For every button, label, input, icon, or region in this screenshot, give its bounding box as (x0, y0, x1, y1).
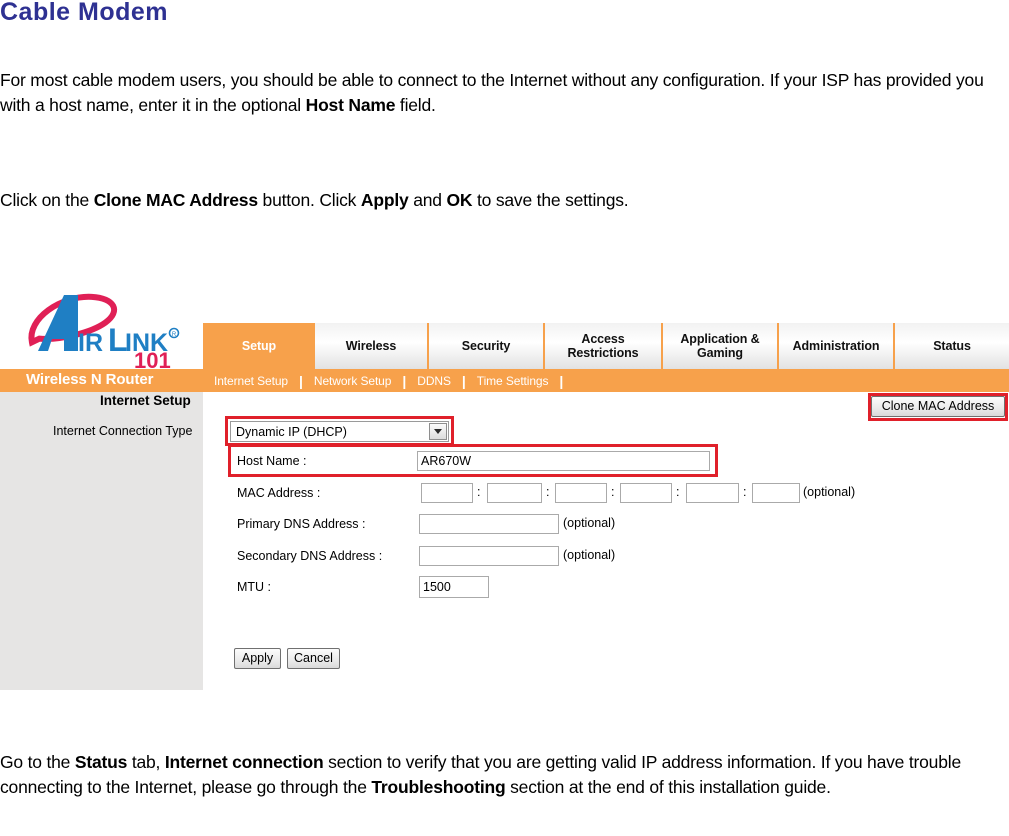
subnav-separator-1: | (299, 372, 303, 389)
closing-text-part4: section at the end of this installation … (505, 776, 831, 797)
mac-octet-1-input[interactable] (421, 483, 473, 503)
main-tab-bar: Setup Wireless Security Access Restricti… (203, 323, 1009, 369)
intro-bold-host-name: Host Name (305, 94, 396, 115)
click-bold-ok: OK (446, 190, 473, 210)
tab-wireless[interactable]: Wireless (315, 323, 429, 369)
subnav-separator-4: | (559, 372, 564, 389)
tab-setup[interactable]: Setup (203, 323, 315, 369)
primary-dns-input[interactable] (419, 514, 559, 534)
svg-text:IR: IR (78, 329, 103, 357)
subnav-item-network-setup[interactable]: Network Setup (305, 374, 400, 388)
router-admin-screenshot: IR L INK R 101 Setup Wireless Security A… (0, 285, 1009, 692)
airlink-101-logo-icon: IR L INK R 101 (28, 293, 180, 369)
apply-button[interactable]: Apply (234, 648, 281, 669)
internet-connection-type-select[interactable]: Dynamic IP (DHCP) (230, 421, 449, 442)
intro-text-part1: For most cable modem users, you should b… (0, 70, 984, 115)
tab-administration[interactable]: Administration (779, 323, 895, 369)
closing-bold-status: Status (74, 752, 128, 772)
host-name-input[interactable] (417, 451, 710, 471)
brand-logo-area: IR L INK R 101 (0, 285, 203, 369)
sub-navigation-bar: Internet Setup | Network Setup | DDNS | … (205, 369, 565, 392)
subnav-item-time-settings[interactable]: Time Settings (468, 374, 558, 388)
click-text-part4: to save the settings. (472, 190, 629, 210)
tab-application-and-gaming[interactable]: Application & Gaming (663, 323, 779, 369)
subnav-separator-2: | (402, 372, 407, 389)
chevron-down-icon[interactable] (429, 423, 447, 440)
secondary-dns-label: Secondary DNS Address : (237, 549, 383, 563)
subnav-item-ddns[interactable]: DDNS (408, 374, 460, 388)
mac-address-label: MAC Address : (237, 486, 321, 500)
mac-octet-2-input[interactable] (487, 483, 542, 503)
click-paragraph: Click on the Clone MAC Address button. C… (0, 188, 1000, 213)
tab-security[interactable]: Security (429, 323, 545, 369)
primary-dns-optional-note: (optional) (563, 516, 616, 530)
secondary-dns-optional-note: (optional) (563, 548, 616, 562)
mac-separator-4: : (676, 485, 680, 499)
content-area: Internet Setup Internet Connection Type … (0, 392, 1009, 692)
closing-text-part1: Go to the (0, 752, 75, 772)
page-title: Cable Modem (0, 0, 169, 26)
click-text-part2: button. Click (257, 190, 361, 210)
click-bold-clone-mac: Clone MAC Address (93, 190, 258, 210)
section-heading-internet-setup: Internet Setup (100, 393, 191, 408)
tab-access-restrictions[interactable]: Access Restrictions (545, 323, 663, 369)
click-bold-apply: Apply (360, 190, 409, 210)
internet-connection-type-value: Dynamic IP (DHCP) (236, 425, 347, 439)
clone-mac-address-button[interactable]: Clone MAC Address (871, 396, 1005, 417)
tab-status[interactable]: Status (895, 323, 1009, 369)
cancel-button[interactable]: Cancel (287, 648, 340, 669)
intro-paragraph: For most cable modem users, you should b… (0, 68, 1000, 117)
intro-text-part2: field. (395, 94, 436, 115)
svg-text:101: 101 (134, 348, 171, 369)
mtu-label: MTU : (237, 580, 272, 594)
click-text-part3: and (408, 190, 447, 210)
closing-paragraph: Go to the Status tab, Internet connectio… (0, 750, 1000, 799)
primary-dns-label: Primary DNS Address : (237, 517, 366, 531)
click-text-part1: Click on the (0, 190, 94, 210)
mac-separator-2: : (546, 485, 550, 499)
mac-octet-5-input[interactable] (686, 483, 739, 503)
mac-separator-5: : (743, 485, 747, 499)
host-name-label: Host Name : (237, 454, 307, 468)
mac-separator-1: : (477, 485, 481, 499)
product-name-label: Wireless N Router (26, 371, 154, 388)
internet-connection-type-label: Internet Connection Type (53, 424, 193, 438)
closing-bold-troubleshooting: Troubleshooting (371, 776, 506, 797)
svg-text:R: R (172, 332, 177, 338)
closing-bold-internet-connection: Internet connection (164, 752, 324, 772)
secondary-dns-input[interactable] (419, 546, 559, 566)
mac-octet-3-input[interactable] (555, 483, 607, 503)
mtu-input[interactable] (419, 576, 489, 598)
mac-optional-note: (optional) (803, 485, 856, 499)
mac-separator-3: : (611, 485, 615, 499)
closing-text-part2: tab, (127, 752, 165, 772)
subnav-separator-3: | (461, 372, 466, 389)
subnav-item-internet-setup[interactable]: Internet Setup (205, 374, 297, 388)
mac-octet-4-input[interactable] (620, 483, 672, 503)
mac-octet-6-input[interactable] (752, 483, 800, 503)
